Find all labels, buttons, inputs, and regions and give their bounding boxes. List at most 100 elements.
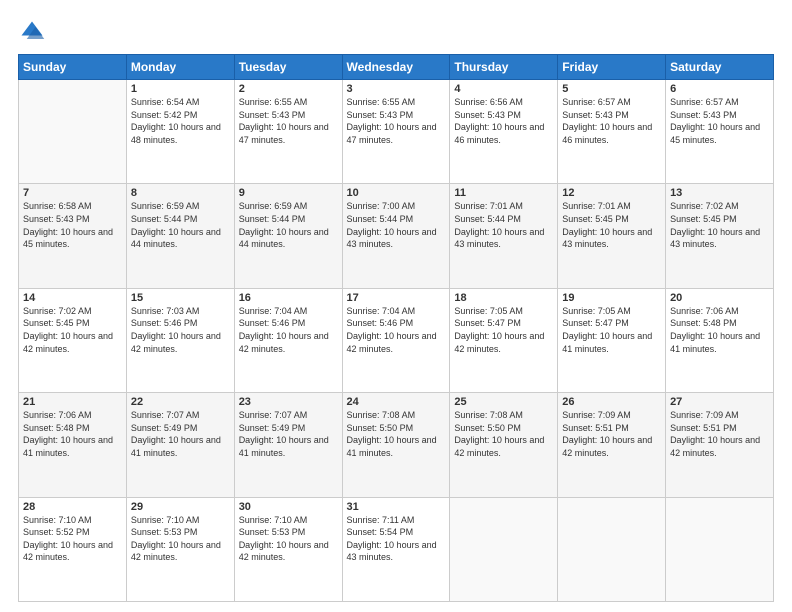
day-header-saturday: Saturday: [666, 55, 774, 80]
calendar-cell: 29Sunrise: 7:10 AMSunset: 5:53 PMDayligh…: [126, 497, 234, 601]
logo-icon: [18, 18, 46, 46]
calendar-header-row: SundayMondayTuesdayWednesdayThursdayFrid…: [19, 55, 774, 80]
day-detail: Sunrise: 6:59 AMSunset: 5:44 PMDaylight:…: [239, 200, 338, 250]
day-number: 26: [562, 396, 661, 408]
calendar-week-1: 7Sunrise: 6:58 AMSunset: 5:43 PMDaylight…: [19, 184, 774, 288]
day-number: 23: [239, 396, 338, 408]
calendar-cell: 10Sunrise: 7:00 AMSunset: 5:44 PMDayligh…: [342, 184, 450, 288]
calendar-cell: 4Sunrise: 6:56 AMSunset: 5:43 PMDaylight…: [450, 80, 558, 184]
calendar-cell: 14Sunrise: 7:02 AMSunset: 5:45 PMDayligh…: [19, 288, 127, 392]
day-detail: Sunrise: 7:09 AMSunset: 5:51 PMDaylight:…: [562, 409, 661, 459]
day-header-sunday: Sunday: [19, 55, 127, 80]
day-detail: Sunrise: 7:02 AMSunset: 5:45 PMDaylight:…: [670, 200, 769, 250]
day-number: 10: [347, 187, 446, 199]
calendar-cell: 6Sunrise: 6:57 AMSunset: 5:43 PMDaylight…: [666, 80, 774, 184]
calendar-cell: 19Sunrise: 7:05 AMSunset: 5:47 PMDayligh…: [558, 288, 666, 392]
day-number: 6: [670, 83, 769, 95]
day-detail: Sunrise: 6:55 AMSunset: 5:43 PMDaylight:…: [239, 96, 338, 146]
day-detail: Sunrise: 7:09 AMSunset: 5:51 PMDaylight:…: [670, 409, 769, 459]
day-header-tuesday: Tuesday: [234, 55, 342, 80]
day-number: 14: [23, 292, 122, 304]
logo: [18, 18, 48, 46]
calendar-cell: 30Sunrise: 7:10 AMSunset: 5:53 PMDayligh…: [234, 497, 342, 601]
calendar-cell: 9Sunrise: 6:59 AMSunset: 5:44 PMDaylight…: [234, 184, 342, 288]
day-number: 3: [347, 83, 446, 95]
day-number: 17: [347, 292, 446, 304]
day-detail: Sunrise: 7:07 AMSunset: 5:49 PMDaylight:…: [239, 409, 338, 459]
day-number: 4: [454, 83, 553, 95]
day-number: 30: [239, 501, 338, 513]
day-number: 15: [131, 292, 230, 304]
calendar-cell: 11Sunrise: 7:01 AMSunset: 5:44 PMDayligh…: [450, 184, 558, 288]
calendar-cell: 20Sunrise: 7:06 AMSunset: 5:48 PMDayligh…: [666, 288, 774, 392]
day-number: 1: [131, 83, 230, 95]
calendar-cell: [450, 497, 558, 601]
day-number: 22: [131, 396, 230, 408]
day-number: 9: [239, 187, 338, 199]
calendar-cell: [19, 80, 127, 184]
day-detail: Sunrise: 7:01 AMSunset: 5:45 PMDaylight:…: [562, 200, 661, 250]
day-detail: Sunrise: 6:58 AMSunset: 5:43 PMDaylight:…: [23, 200, 122, 250]
day-detail: Sunrise: 7:10 AMSunset: 5:53 PMDaylight:…: [239, 514, 338, 564]
calendar-cell: [558, 497, 666, 601]
day-detail: Sunrise: 7:03 AMSunset: 5:46 PMDaylight:…: [131, 305, 230, 355]
day-number: 2: [239, 83, 338, 95]
day-header-friday: Friday: [558, 55, 666, 80]
calendar-cell: 21Sunrise: 7:06 AMSunset: 5:48 PMDayligh…: [19, 393, 127, 497]
calendar-cell: 8Sunrise: 6:59 AMSunset: 5:44 PMDaylight…: [126, 184, 234, 288]
day-detail: Sunrise: 6:54 AMSunset: 5:42 PMDaylight:…: [131, 96, 230, 146]
calendar-cell: 23Sunrise: 7:07 AMSunset: 5:49 PMDayligh…: [234, 393, 342, 497]
page: SundayMondayTuesdayWednesdayThursdayFrid…: [0, 0, 792, 612]
calendar-cell: 28Sunrise: 7:10 AMSunset: 5:52 PMDayligh…: [19, 497, 127, 601]
day-detail: Sunrise: 6:57 AMSunset: 5:43 PMDaylight:…: [670, 96, 769, 146]
day-detail: Sunrise: 7:11 AMSunset: 5:54 PMDaylight:…: [347, 514, 446, 564]
calendar-week-0: 1Sunrise: 6:54 AMSunset: 5:42 PMDaylight…: [19, 80, 774, 184]
day-detail: Sunrise: 7:08 AMSunset: 5:50 PMDaylight:…: [347, 409, 446, 459]
calendar-cell: 5Sunrise: 6:57 AMSunset: 5:43 PMDaylight…: [558, 80, 666, 184]
day-number: 18: [454, 292, 553, 304]
day-detail: Sunrise: 7:02 AMSunset: 5:45 PMDaylight:…: [23, 305, 122, 355]
day-detail: Sunrise: 7:08 AMSunset: 5:50 PMDaylight:…: [454, 409, 553, 459]
day-detail: Sunrise: 6:57 AMSunset: 5:43 PMDaylight:…: [562, 96, 661, 146]
calendar-cell: 3Sunrise: 6:55 AMSunset: 5:43 PMDaylight…: [342, 80, 450, 184]
header: [18, 18, 774, 46]
day-detail: Sunrise: 7:06 AMSunset: 5:48 PMDaylight:…: [670, 305, 769, 355]
day-detail: Sunrise: 7:10 AMSunset: 5:52 PMDaylight:…: [23, 514, 122, 564]
calendar-cell: 12Sunrise: 7:01 AMSunset: 5:45 PMDayligh…: [558, 184, 666, 288]
calendar-cell: 18Sunrise: 7:05 AMSunset: 5:47 PMDayligh…: [450, 288, 558, 392]
calendar-cell: 24Sunrise: 7:08 AMSunset: 5:50 PMDayligh…: [342, 393, 450, 497]
day-number: 11: [454, 187, 553, 199]
day-header-thursday: Thursday: [450, 55, 558, 80]
day-number: 5: [562, 83, 661, 95]
day-number: 7: [23, 187, 122, 199]
calendar-week-4: 28Sunrise: 7:10 AMSunset: 5:52 PMDayligh…: [19, 497, 774, 601]
day-number: 29: [131, 501, 230, 513]
day-number: 20: [670, 292, 769, 304]
day-number: 28: [23, 501, 122, 513]
day-number: 12: [562, 187, 661, 199]
day-detail: Sunrise: 6:59 AMSunset: 5:44 PMDaylight:…: [131, 200, 230, 250]
day-detail: Sunrise: 7:04 AMSunset: 5:46 PMDaylight:…: [239, 305, 338, 355]
calendar-cell: 22Sunrise: 7:07 AMSunset: 5:49 PMDayligh…: [126, 393, 234, 497]
day-detail: Sunrise: 6:56 AMSunset: 5:43 PMDaylight:…: [454, 96, 553, 146]
day-number: 19: [562, 292, 661, 304]
calendar-cell: 7Sunrise: 6:58 AMSunset: 5:43 PMDaylight…: [19, 184, 127, 288]
day-detail: Sunrise: 7:01 AMSunset: 5:44 PMDaylight:…: [454, 200, 553, 250]
day-number: 21: [23, 396, 122, 408]
calendar-week-3: 21Sunrise: 7:06 AMSunset: 5:48 PMDayligh…: [19, 393, 774, 497]
day-header-wednesday: Wednesday: [342, 55, 450, 80]
day-number: 8: [131, 187, 230, 199]
day-detail: Sunrise: 7:04 AMSunset: 5:46 PMDaylight:…: [347, 305, 446, 355]
calendar-cell: 1Sunrise: 6:54 AMSunset: 5:42 PMDaylight…: [126, 80, 234, 184]
day-number: 13: [670, 187, 769, 199]
calendar-cell: 16Sunrise: 7:04 AMSunset: 5:46 PMDayligh…: [234, 288, 342, 392]
calendar-cell: 31Sunrise: 7:11 AMSunset: 5:54 PMDayligh…: [342, 497, 450, 601]
calendar-cell: 25Sunrise: 7:08 AMSunset: 5:50 PMDayligh…: [450, 393, 558, 497]
day-detail: Sunrise: 7:05 AMSunset: 5:47 PMDaylight:…: [562, 305, 661, 355]
day-detail: Sunrise: 7:07 AMSunset: 5:49 PMDaylight:…: [131, 409, 230, 459]
day-number: 31: [347, 501, 446, 513]
calendar-week-2: 14Sunrise: 7:02 AMSunset: 5:45 PMDayligh…: [19, 288, 774, 392]
day-detail: Sunrise: 7:05 AMSunset: 5:47 PMDaylight:…: [454, 305, 553, 355]
day-detail: Sunrise: 7:10 AMSunset: 5:53 PMDaylight:…: [131, 514, 230, 564]
day-detail: Sunrise: 7:06 AMSunset: 5:48 PMDaylight:…: [23, 409, 122, 459]
